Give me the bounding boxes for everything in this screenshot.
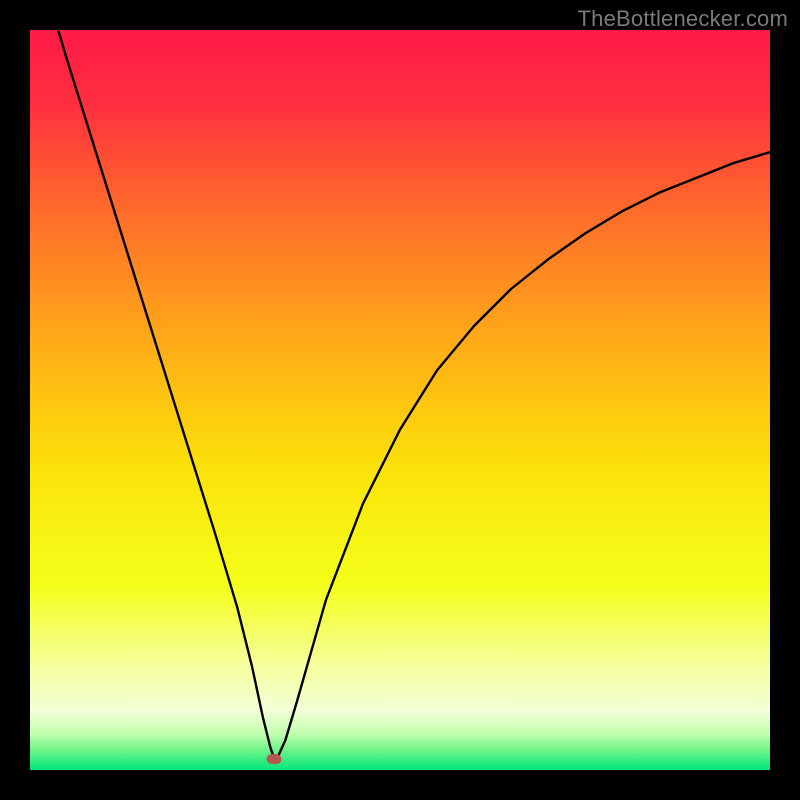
watermark-text: TheBottleneсker.com (578, 6, 788, 32)
plot-area (30, 30, 770, 770)
chart-frame: TheBottleneсker.com (0, 0, 800, 800)
chart-svg (30, 30, 770, 770)
gradient-background (30, 30, 770, 770)
optimal-point-marker (267, 754, 282, 764)
